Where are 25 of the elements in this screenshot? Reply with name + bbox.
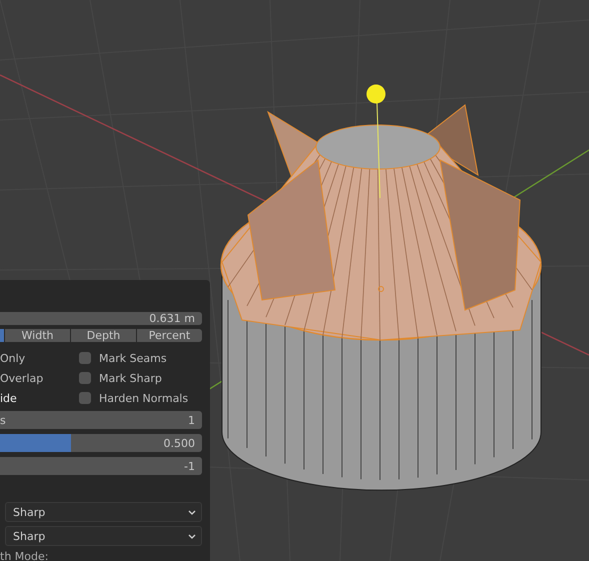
amount-field[interactable]: 0.631 m	[0, 312, 202, 325]
number-field[interactable]: -1	[0, 457, 202, 475]
field-value: -1	[184, 460, 195, 472]
width-type-tab[interactable]: Depth	[71, 329, 136, 342]
field-value: 1	[188, 414, 195, 426]
number-field[interactable]: s 1	[0, 411, 202, 429]
chevron-down-icon	[188, 534, 196, 538]
chevron-down-icon	[188, 510, 196, 514]
checkbox-label: Harden Normals	[99, 392, 188, 404]
slider-value: 0.500	[164, 436, 195, 450]
checkbox[interactable]	[79, 392, 91, 404]
checkbox[interactable]	[79, 372, 91, 384]
option-label[interactable]: ide	[0, 388, 79, 408]
dropdown[interactable]: Sharp	[5, 502, 202, 522]
option-label[interactable]: Only	[0, 348, 79, 368]
mode-label: th Mode:	[0, 550, 50, 561]
checkbox-label: Mark Seams	[99, 352, 167, 364]
slider-field[interactable]: 0.500	[0, 434, 202, 452]
dropdown[interactable]: Sharp	[5, 526, 202, 546]
option-label[interactable]: Overlap	[0, 368, 79, 388]
checkbox-label: Mark Sharp	[99, 372, 162, 384]
width-type-tab[interactable]: Width	[5, 329, 70, 342]
width-type-tab[interactable]: Percent	[137, 329, 202, 342]
checkbox[interactable]	[79, 352, 91, 364]
field-label: s	[0, 414, 6, 426]
